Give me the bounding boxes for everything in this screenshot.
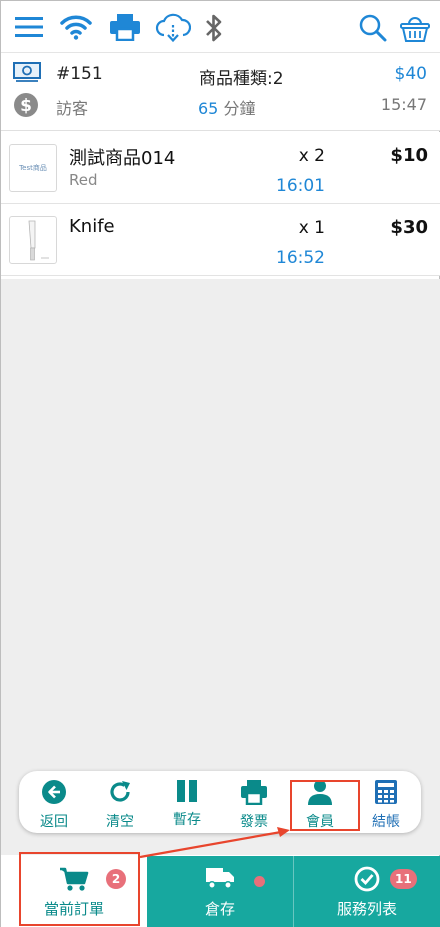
services-badge: 11 [390, 869, 417, 889]
product-thumbnail [9, 216, 57, 264]
top-toolbar [1, 1, 440, 53]
dollar-coin-icon: $ [13, 92, 39, 122]
clear-label: 清空 [106, 814, 134, 830]
item-time: 16:01 [276, 176, 325, 196]
back-label: 返回 [40, 814, 68, 830]
tab-services-label: 服務列表 [336, 899, 397, 918]
item-quantity: x 2 [298, 146, 325, 166]
back-button[interactable]: 返回 [26, 779, 82, 830]
list-item[interactable]: Knife x 1 16:52 $30 [1, 204, 440, 276]
item-variant: Red [69, 171, 98, 189]
pause-icon [175, 779, 199, 803]
menu-icon[interactable] [14, 12, 44, 42]
item-name: Knife [69, 216, 115, 237]
invoice-button[interactable]: 發票 [226, 779, 282, 830]
search-icon[interactable] [357, 12, 389, 44]
check-circle-icon [354, 866, 380, 892]
inventory-dot [254, 876, 265, 887]
svg-text:$: $ [20, 96, 32, 116]
tab-services[interactable]: 服務列表 11 [293, 856, 440, 927]
checkout-label: 結帳 [372, 814, 400, 830]
basket-icon[interactable] [398, 12, 432, 44]
duration-unit: 分鐘 [223, 99, 256, 118]
clear-button[interactable]: 清空 [92, 779, 148, 830]
item-name: 測試商品014 [69, 148, 176, 169]
order-time: 15:47 [380, 95, 427, 114]
checkout-button[interactable]: 結帳 [358, 779, 414, 830]
order-duration: 65 分鐘 [198, 95, 255, 119]
member-highlight-box [290, 780, 360, 831]
action-bar: 返回 清空 暫存 發票 會員 結帳 [19, 771, 421, 833]
product-types-count: 商品種類:2 [199, 69, 284, 89]
thumbnail-text: Test商品 [19, 164, 47, 172]
item-time: 16:52 [276, 248, 325, 268]
item-price: $30 [390, 217, 428, 238]
refresh-icon [107, 779, 133, 805]
product-thumbnail: Test商品 [9, 144, 57, 192]
wifi-icon[interactable] [59, 12, 93, 42]
truck-icon [205, 866, 235, 892]
current-order-highlight-box [19, 852, 140, 926]
printer-icon[interactable] [108, 12, 142, 42]
printer-icon [240, 779, 268, 805]
cloud-download-icon[interactable] [154, 12, 192, 44]
order-total: $40 [394, 64, 427, 84]
order-items-list: Test商品 測試商品014 Red x 2 16:01 $10 Knife x… [1, 132, 440, 276]
customer-name[interactable]: 訪客 [56, 95, 88, 119]
hold-button[interactable]: 暫存 [159, 779, 215, 829]
hold-label: 暫存 [173, 812, 201, 828]
arrow-left-circle-icon [41, 779, 67, 805]
cash-icon [13, 62, 41, 86]
item-price: $10 [390, 145, 428, 166]
duration-value: 65 [198, 99, 219, 118]
list-item[interactable]: Test商品 測試商品014 Red x 2 16:01 $10 [1, 132, 440, 204]
knife-icon [28, 220, 49, 261]
tab-inventory[interactable]: 倉存 [147, 856, 293, 927]
invoice-label: 發票 [240, 814, 268, 830]
calculator-icon [374, 779, 398, 805]
order-number: #151 [56, 64, 103, 84]
item-quantity: x 1 [298, 218, 325, 238]
order-header: #151 商品種類:2 $40 $ 訪客 65 分鐘 15:47 [1, 53, 440, 131]
tab-inventory-label: 倉存 [204, 899, 235, 918]
bluetooth-icon[interactable] [201, 12, 227, 44]
empty-list-area [1, 279, 440, 855]
